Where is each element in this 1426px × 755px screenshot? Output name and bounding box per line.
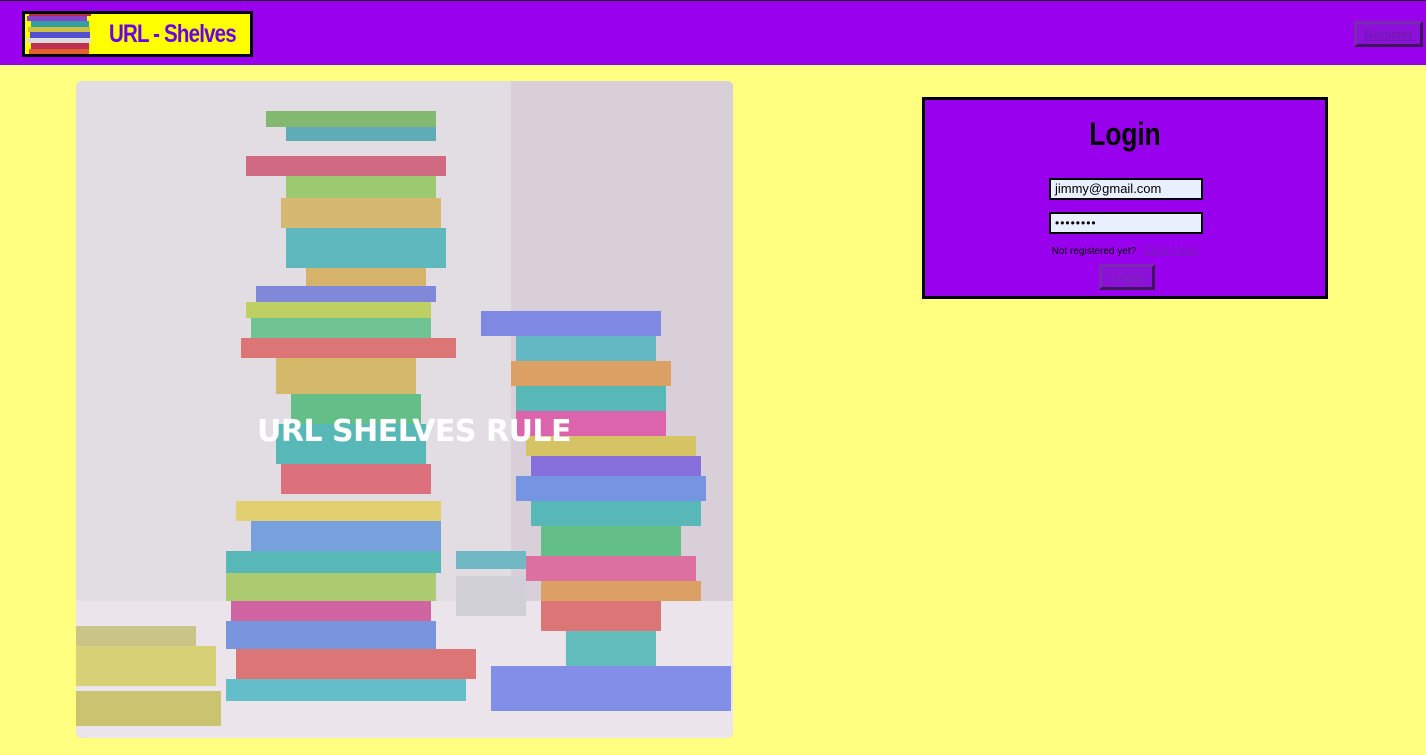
login-form: Login jimmy@gmail.com •••••••• Not regis…: [922, 97, 1328, 299]
site-logo[interactable]: URL - Shelves: [22, 11, 253, 57]
click-here-link[interactable]: Click Here: [1143, 243, 1198, 257]
register-prompt: Not registered yet? Click Here: [925, 243, 1325, 257]
hero-image: URL SHELVES RULE: [76, 81, 733, 738]
password-field[interactable]: ••••••••: [1049, 212, 1203, 234]
login-title: Login: [1089, 116, 1161, 152]
logo-text: URL - Shelves: [109, 19, 237, 48]
email-field[interactable]: jimmy@gmail.com: [1049, 178, 1203, 200]
hero-overlay-text: URL SHELVES RULE: [257, 414, 572, 449]
register-button[interactable]: Register: [1354, 21, 1423, 47]
book-stacks-illustration: [76, 81, 733, 738]
navbar: URL - Shelves Register: [0, 0, 1426, 65]
books-logo-icon: [27, 14, 91, 54]
not-registered-text: Not registered yet?: [1051, 246, 1137, 257]
login-submit-button[interactable]: Login: [1099, 264, 1155, 290]
